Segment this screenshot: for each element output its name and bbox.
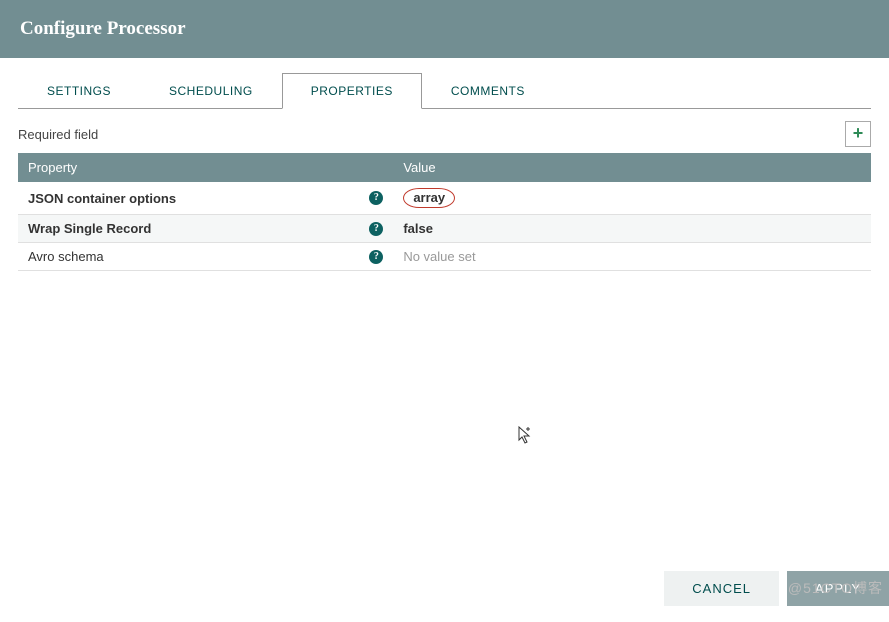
cancel-button[interactable]: CANCEL bbox=[664, 571, 779, 606]
tab-scheduling[interactable]: SCHEDULING bbox=[140, 73, 282, 109]
apply-button[interactable]: APPLY bbox=[787, 571, 889, 606]
plus-icon: + bbox=[853, 123, 864, 143]
dialog-title: Configure Processor bbox=[20, 18, 869, 40]
properties-table: Property Value JSON container options ? … bbox=[18, 153, 871, 271]
table-row[interactable]: Avro schema ? No value set bbox=[18, 243, 871, 271]
tab-settings[interactable]: SETTINGS bbox=[18, 73, 140, 109]
add-property-button[interactable]: + bbox=[845, 121, 871, 147]
property-value[interactable]: array bbox=[403, 188, 455, 208]
content-spacer bbox=[0, 271, 889, 561]
cursor-icon bbox=[518, 426, 536, 448]
table-row[interactable]: JSON container options ? array bbox=[18, 182, 871, 215]
col-header-value: Value bbox=[393, 153, 802, 182]
dialog-body: SETTINGS SCHEDULING PROPERTIES COMMENTS … bbox=[0, 58, 889, 616]
property-value[interactable]: false bbox=[403, 221, 433, 236]
properties-subheader: Required field + bbox=[18, 121, 871, 147]
col-header-property: Property bbox=[18, 153, 393, 182]
property-name: JSON container options bbox=[28, 191, 176, 206]
help-icon[interactable]: ? bbox=[369, 250, 383, 264]
tab-comments[interactable]: COMMENTS bbox=[422, 73, 554, 109]
property-value[interactable]: No value set bbox=[403, 249, 475, 264]
property-name: Wrap Single Record bbox=[28, 221, 151, 236]
dialog-footer: @51CTO博客 CANCEL APPLY bbox=[0, 561, 889, 616]
required-field-label: Required field bbox=[18, 127, 98, 142]
help-icon[interactable]: ? bbox=[369, 191, 383, 205]
help-icon[interactable]: ? bbox=[369, 222, 383, 236]
dialog-header: Configure Processor bbox=[0, 0, 889, 58]
table-row[interactable]: Wrap Single Record ? false bbox=[18, 215, 871, 243]
tab-properties[interactable]: PROPERTIES bbox=[282, 73, 422, 109]
property-name: Avro schema bbox=[28, 249, 104, 264]
col-header-actions bbox=[803, 153, 871, 182]
tab-bar: SETTINGS SCHEDULING PROPERTIES COMMENTS bbox=[18, 72, 871, 109]
